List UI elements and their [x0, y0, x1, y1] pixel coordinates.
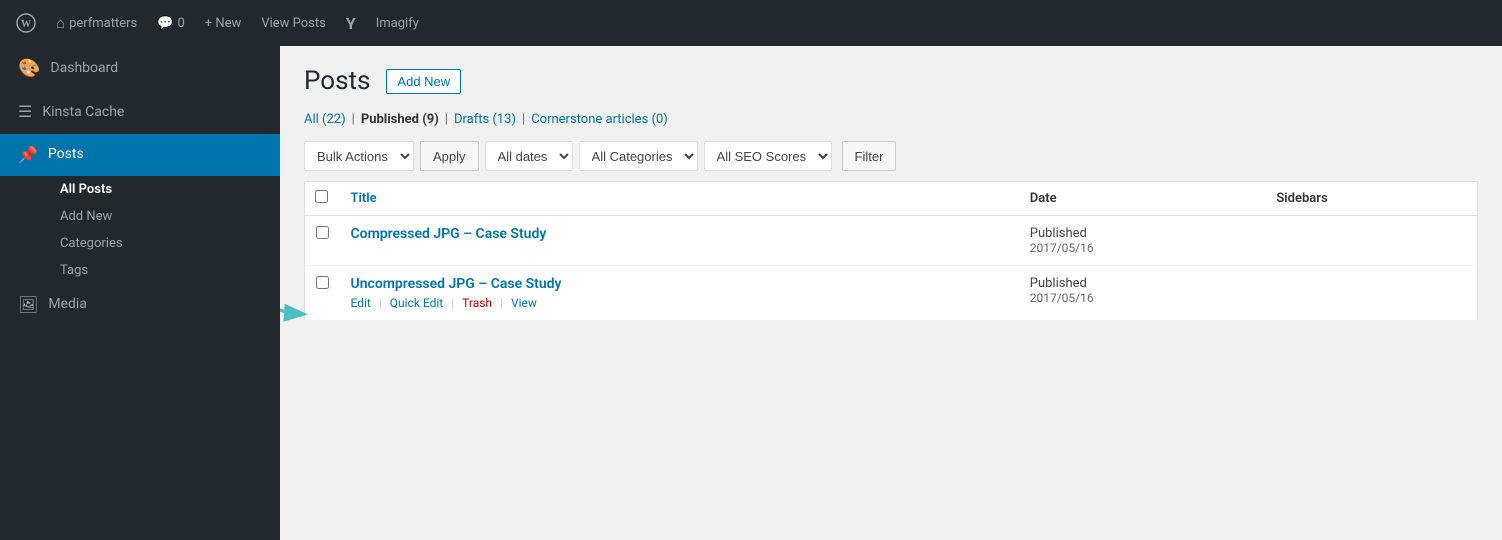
media-icon: 🖼 — [18, 294, 38, 316]
row2-sep2: | — [451, 296, 454, 310]
home-icon: ⌂ — [56, 14, 65, 32]
th-checkbox — [305, 182, 341, 216]
row1-title-link[interactable]: Compressed JPG – Case Study — [351, 226, 547, 242]
table-row: Compressed JPG – Case Study Published 20… — [305, 216, 1478, 266]
tab-all[interactable]: All (22) — [304, 112, 346, 127]
sidebar-item-media[interactable]: 🖼 Media — [0, 284, 280, 326]
tab-drafts[interactable]: Drafts (13) — [454, 112, 516, 127]
wp-logo-button[interactable]: W — [8, 0, 44, 46]
seo-scores-select[interactable]: All SEO Scores — [704, 141, 832, 171]
row2-edit-link[interactable]: Edit — [351, 296, 371, 310]
row2-trash-link[interactable]: Trash — [462, 296, 492, 310]
row2-date: 2017/05/16 — [1030, 291, 1257, 305]
row1-checkbox[interactable] — [316, 226, 329, 239]
sep-2: | — [445, 112, 448, 127]
sidebar-sub-all-posts[interactable]: All Posts — [50, 176, 280, 203]
sidebar: 🎨 Dashboard ☰ Kinsta Cache 📌 Posts All P… — [0, 46, 280, 540]
main-layout: 🎨 Dashboard ☰ Kinsta Cache 📌 Posts All P… — [0, 46, 1502, 540]
row1-date-cell: Published 2017/05/16 — [1020, 216, 1267, 266]
new-label: + New — [205, 16, 242, 31]
comment-icon: 💬 — [157, 16, 173, 31]
dates-select[interactable]: All dates — [485, 141, 573, 171]
th-date: Date — [1020, 182, 1267, 216]
imagify-button[interactable]: Imagify — [368, 0, 427, 46]
dashboard-label: Dashboard — [50, 59, 118, 79]
th-sidebars: Sidebars — [1266, 182, 1477, 216]
posts-label: Posts — [48, 145, 84, 165]
view-posts-label: View Posts — [261, 16, 326, 31]
imagify-label: Imagify — [376, 16, 419, 31]
row2-title-cell: Uncompressed JPG – Case Study Edit | Qui… — [341, 266, 1020, 321]
table-row: Uncompressed JPG – Case Study Edit | Qui… — [305, 266, 1478, 321]
row2-sidebars-cell — [1266, 266, 1477, 321]
main-content: Posts Add New All (22) | Published (9) |… — [280, 46, 1502, 540]
bulk-actions-select[interactable]: Bulk Actions — [304, 141, 414, 171]
comment-count: 0 — [177, 16, 184, 31]
sidebar-item-dashboard[interactable]: 🎨 Dashboard — [0, 46, 280, 91]
filter-button[interactable]: Filter — [842, 141, 897, 171]
row2-sep1: | — [379, 296, 382, 310]
posts-icon: 📌 — [18, 144, 38, 166]
media-label: Media — [48, 295, 87, 315]
page-title: Posts — [304, 66, 370, 96]
row2-actions: Edit | Quick Edit | Trash | View — [351, 296, 1010, 310]
row1-checkbox-cell — [305, 216, 341, 266]
dashboard-icon: 🎨 — [18, 56, 40, 81]
posts-table: Title Date Sidebars Co — [304, 181, 1478, 321]
sidebar-sub-add-new[interactable]: Add New — [50, 203, 280, 230]
yoast-icon: Y — [346, 14, 356, 33]
site-name-button[interactable]: ⌂ perfmatters — [48, 0, 145, 46]
kinsta-label: Kinsta Cache — [42, 103, 124, 123]
row1-sidebars-cell — [1266, 216, 1477, 266]
toolbar: Bulk Actions Apply All dates All Categor… — [304, 141, 1478, 171]
categories-select[interactable]: All Categories — [579, 141, 698, 171]
sidebar-item-posts[interactable]: 📌 Posts — [0, 134, 280, 176]
admin-bar: W ⌂ perfmatters 💬 0 + New View Posts Y I… — [0, 0, 1502, 46]
row2-status: Published — [1030, 276, 1257, 291]
sidebar-sub-tags[interactable]: Tags — [50, 257, 280, 284]
row2-date-cell: Published 2017/05/16 — [1020, 266, 1267, 321]
row1-date: 2017/05/16 — [1030, 241, 1257, 255]
add-new-button[interactable]: Add New — [386, 69, 461, 94]
tab-cornerstone[interactable]: Cornerstone articles (0) — [531, 112, 668, 127]
row2-quick-edit-link[interactable]: Quick Edit — [390, 296, 443, 310]
comments-button[interactable]: 💬 0 — [149, 0, 193, 46]
new-button[interactable]: + New — [197, 0, 250, 46]
row1-status: Published — [1030, 226, 1257, 241]
sidebar-posts-submenu: All Posts Add New Categories Tags — [0, 176, 280, 284]
kinsta-icon: ☰ — [18, 101, 32, 123]
row2-checkbox[interactable] — [316, 276, 329, 289]
teal-arrow-indicator — [280, 276, 317, 326]
page-header: Posts Add New — [304, 66, 1478, 96]
sep-1: | — [352, 112, 355, 127]
sidebar-item-kinsta[interactable]: ☰ Kinsta Cache — [0, 91, 280, 133]
select-all-checkbox[interactable] — [315, 190, 328, 203]
view-posts-button[interactable]: View Posts — [253, 0, 334, 46]
apply-button[interactable]: Apply — [420, 141, 479, 171]
table-header-row: Title Date Sidebars — [305, 182, 1478, 216]
row2-title-link[interactable]: Uncompressed JPG – Case Study — [351, 276, 562, 292]
svg-text:W: W — [21, 19, 31, 30]
sidebar-sub-categories[interactable]: Categories — [50, 230, 280, 257]
tags-label: Tags — [60, 263, 88, 278]
row2-checkbox-cell — [305, 266, 341, 321]
wp-logo-icon: W — [16, 13, 36, 33]
th-title[interactable]: Title — [341, 182, 1020, 216]
add-new-sub-label: Add New — [60, 209, 112, 224]
row2-sep3: | — [500, 296, 503, 310]
row1-title-cell: Compressed JPG – Case Study — [341, 216, 1020, 266]
site-name-label: perfmatters — [69, 16, 137, 31]
tab-published[interactable]: Published (9) — [361, 112, 439, 127]
categories-label: Categories — [60, 236, 123, 251]
row2-view-link[interactable]: View — [511, 296, 537, 310]
all-posts-label: All Posts — [60, 182, 112, 197]
filter-tabs: All (22) | Published (9) | Drafts (13) |… — [304, 112, 1478, 127]
yoast-icon-button[interactable]: Y — [338, 0, 364, 46]
sep-3: | — [522, 112, 525, 127]
